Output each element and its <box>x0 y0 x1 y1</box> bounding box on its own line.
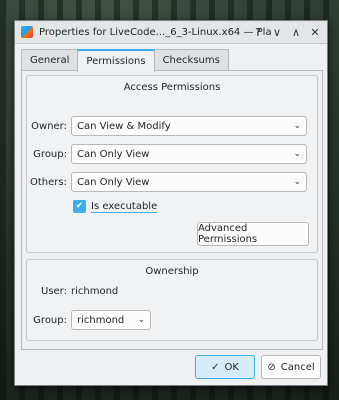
owner-group-combo[interactable]: richmond ⌄ <box>71 310 151 330</box>
others-value: Can Only View <box>77 176 150 188</box>
others-label: Others: <box>30 176 67 188</box>
tab-checksums[interactable]: Checksums <box>153 49 229 70</box>
owner-group-label: Group: <box>33 314 67 326</box>
permissions-panel: Access Permissions Owner: Can View & Mod… <box>21 70 323 350</box>
chevron-down-icon: ⌄ <box>137 315 145 325</box>
owner-group-value: richmond <box>77 314 125 326</box>
owner-label: Owner: <box>31 120 67 132</box>
group-combo[interactable]: Can Only View ⌄ <box>71 144 307 164</box>
tab-permissions[interactable]: Permissions <box>77 49 155 72</box>
maximize-icon[interactable]: ∧ <box>288 24 304 40</box>
cancel-button[interactable]: ⊘ Cancel <box>261 355 321 379</box>
executable-checkbox[interactable]: ✔ <box>73 200 86 213</box>
close-icon[interactable]: ✕ <box>307 24 323 40</box>
properties-dialog: Properties for LiveCode..._6_3-Linux.x64… <box>14 20 328 386</box>
titlebar[interactable]: Properties for LiveCode..._6_3-Linux.x64… <box>15 21 327 44</box>
ok-button[interactable]: ✓ OK <box>195 355 255 379</box>
group-value: Can Only View <box>77 148 150 160</box>
chevron-down-icon: ⌄ <box>293 121 301 131</box>
group-label: Group: <box>33 148 67 160</box>
user-value: richmond <box>71 286 119 297</box>
help-icon[interactable]: ? <box>250 24 266 40</box>
ok-label: OK <box>224 361 239 373</box>
cancel-icon: ⊘ <box>267 361 276 373</box>
minimize-icon[interactable]: ∨ <box>269 24 285 40</box>
owner-combo[interactable]: Can View & Modify ⌄ <box>71 116 307 136</box>
titlebar-buttons: ? ∨ ∧ ✕ <box>250 24 323 40</box>
access-permissions-group: Access Permissions Owner: Can View & Mod… <box>26 75 318 253</box>
ownership-group: Ownership User: richmond Group: richmond… <box>26 259 318 341</box>
chevron-down-icon: ⌄ <box>293 149 301 159</box>
user-label: User: <box>41 286 67 297</box>
checkmark-icon: ✓ <box>211 361 220 373</box>
group-row: Group: Can Only View ⌄ <box>27 144 307 164</box>
executable-label[interactable]: Is executable <box>91 201 158 213</box>
chevron-down-icon: ⌄ <box>293 177 301 187</box>
owner-value: Can View & Modify <box>77 120 171 132</box>
user-row: User: richmond <box>27 286 118 297</box>
owner-group-row: Group: richmond ⌄ <box>27 310 151 330</box>
dialog-buttons: ✓ OK ⊘ Cancel <box>195 355 321 379</box>
advanced-permissions-button[interactable]: Advanced Permissions <box>197 222 309 246</box>
window-title: Properties for LiveCode..._6_3-Linux.x64… <box>39 26 271 38</box>
owner-row: Owner: Can View & Modify ⌄ <box>27 116 307 136</box>
access-permissions-title: Access Permissions <box>123 82 221 93</box>
others-combo[interactable]: Can Only View ⌄ <box>71 172 307 192</box>
others-row: Others: Can Only View ⌄ <box>27 172 307 192</box>
tab-general[interactable]: General <box>21 49 79 70</box>
ownership-title: Ownership <box>145 266 199 277</box>
cancel-label: Cancel <box>280 361 315 373</box>
app-icon <box>21 26 33 38</box>
executable-row: ✔ Is executable <box>73 200 158 213</box>
tab-bar: General Permissions Checksums <box>21 49 229 72</box>
